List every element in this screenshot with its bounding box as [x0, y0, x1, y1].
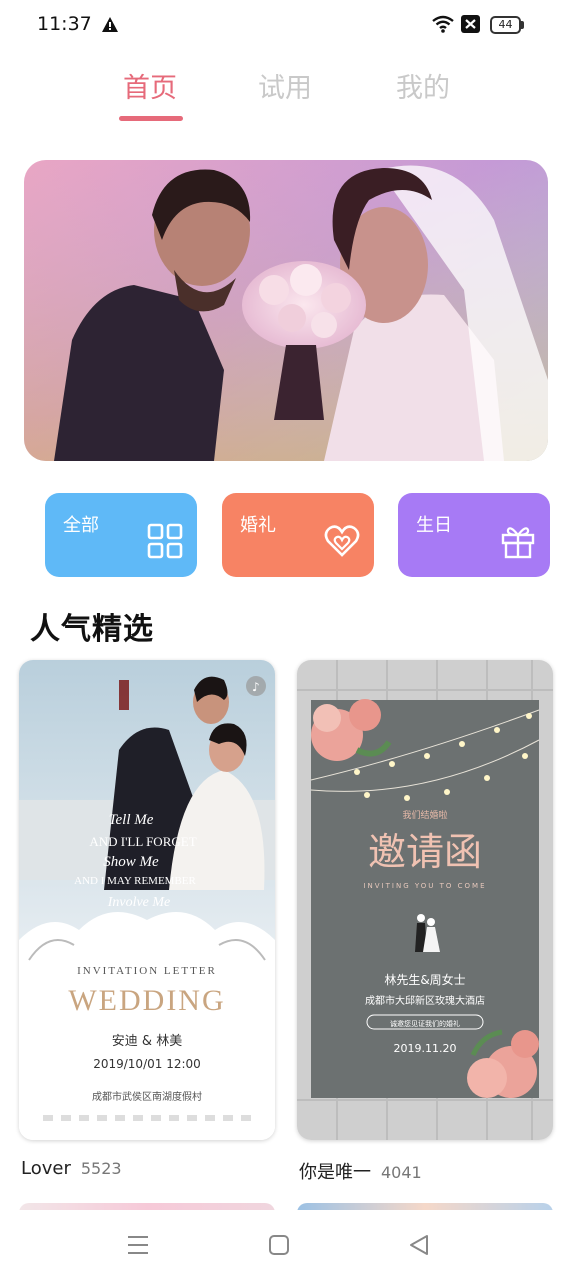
card1-line-forget: AND I'LL FORGET: [89, 834, 196, 849]
card1-names: 安迪 & 林美: [112, 1034, 182, 1049]
card1-caption: Lover 5523: [21, 1158, 122, 1179]
card2-count: 4041: [381, 1163, 422, 1182]
sim-blocked-icon: [461, 15, 480, 33]
status-bar: 11:37 44: [0, 0, 572, 50]
tab-trial[interactable]: 试用: [258, 66, 312, 105]
card1-title: Lover: [21, 1158, 71, 1179]
card1-line-involve: Involve Me: [107, 895, 171, 910]
top-tabs: 首页 试用 我的: [0, 66, 572, 126]
card2-inviting: INVITING YOU TO COME: [363, 882, 486, 890]
card2-witness: 诚邀您见证我们的婚礼: [390, 1019, 460, 1028]
card2-married: 我们结婚啦: [402, 809, 447, 821]
card1-invitation: INVITATION LETTER: [77, 965, 217, 977]
tab-mine[interactable]: 我的: [396, 66, 450, 105]
card2-caption: 你是唯一 4041: [299, 1158, 422, 1184]
home-icon[interactable]: [267, 1234, 291, 1256]
category-all-label: 全部: [63, 515, 99, 536]
category-wedding-label: 婚礼: [240, 515, 276, 536]
category-birthday-button[interactable]: 生日: [398, 493, 550, 577]
card1-line-remember: AND I MAY REMEMBER: [74, 875, 196, 887]
heart-icon: [324, 525, 360, 557]
banner-image[interactable]: [24, 160, 548, 461]
card1-wedding: WEDDING: [68, 984, 225, 1017]
battery-icon: 44: [490, 16, 524, 34]
system-nav-bar: [0, 1210, 572, 1280]
card1-count: 5523: [80, 1159, 122, 1178]
card1-address: 成都市武侯区南湖度假村: [92, 1090, 202, 1103]
card2-names: 林先生&周女士: [384, 972, 465, 987]
category-wedding-button[interactable]: 婚礼: [222, 493, 374, 577]
card2-venue: 成都市大邱新区玫瑰大酒店: [365, 994, 485, 1007]
gift-icon: [501, 527, 535, 559]
tab-active-indicator: [119, 116, 183, 121]
wifi-icon: [432, 15, 454, 33]
category-all-button[interactable]: 全部: [45, 493, 197, 577]
warning-icon: [102, 17, 118, 32]
status-time: 11:37: [37, 13, 92, 35]
template-card-lover[interactable]: ♪ Tell Me AND I'LL FORGET Show Me AND I …: [19, 660, 275, 1140]
card2-title: 你是唯一: [299, 1162, 371, 1183]
battery-level: 44: [490, 16, 521, 34]
back-icon[interactable]: [407, 1234, 431, 1256]
svg-text:♪: ♪: [252, 680, 260, 694]
menu-icon[interactable]: [126, 1234, 150, 1256]
category-birthday-label: 生日: [416, 515, 452, 536]
card1-date: 2019/10/01 12:00: [93, 1057, 201, 1071]
card1-line-showme: Show Me: [103, 854, 159, 870]
card2-date: 2019.11.20: [394, 1042, 457, 1055]
card2-invite-title: 邀请函: [368, 830, 482, 874]
section-title-popular: 人气精选: [30, 612, 154, 647]
tab-home[interactable]: 首页: [123, 66, 177, 105]
template-card-only-you[interactable]: 我们结婚啦 邀请函 INVITING YOU TO COME 林先生&周女士 成…: [297, 660, 553, 1140]
grid-icon: [147, 523, 183, 559]
card1-line-tellme: Tell Me: [109, 812, 154, 828]
